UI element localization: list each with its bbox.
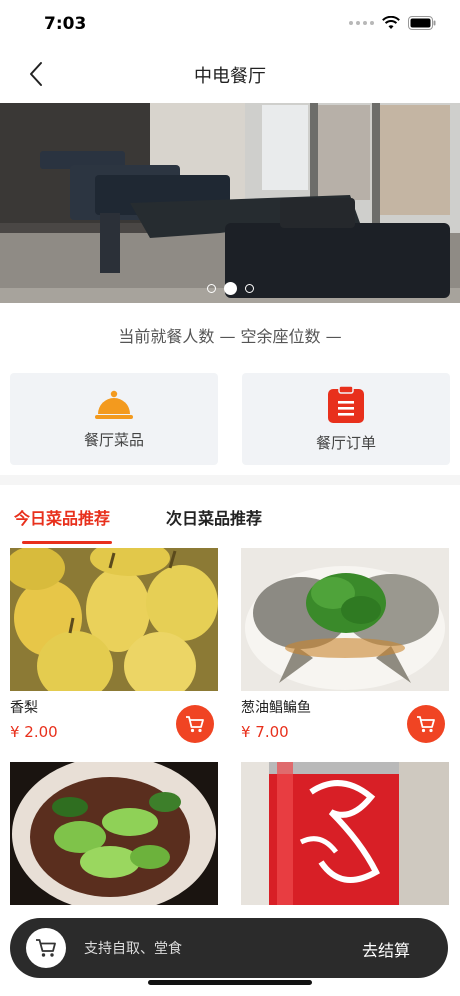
status-bar: 7:03 — [0, 0, 460, 50]
dish-card[interactable] — [10, 762, 218, 905]
add-to-cart-button[interactable] — [176, 705, 214, 743]
battery-icon — [408, 16, 436, 30]
restaurant-interior-photo — [0, 103, 460, 303]
pickup-dine-in-text: 支持自取、堂食 — [84, 941, 182, 957]
dish-card[interactable] — [241, 762, 449, 905]
dish-image[interactable] — [10, 548, 218, 691]
cart-button[interactable] — [26, 928, 66, 968]
bottom-cart-bar: 支持自取、堂食 去结算 — [10, 918, 448, 978]
pears-photo — [10, 548, 218, 691]
restaurant-dishes-button[interactable]: 餐厅菜品 — [10, 373, 218, 465]
add-to-cart-button[interactable] — [407, 705, 445, 743]
carousel-indicator — [0, 282, 460, 295]
restaurant-orders-button[interactable]: 餐厅订单 — [242, 373, 450, 465]
clipboard-icon — [328, 385, 364, 423]
restaurant-dishes-label: 餐厅菜品 — [83, 430, 144, 449]
page-title: 中电餐厅 — [194, 66, 266, 87]
status-time: 7:03 — [44, 14, 87, 34]
nav-bar: 中电餐厅 — [0, 50, 460, 98]
carousel-dot-active[interactable] — [223, 282, 237, 295]
recommendation-tabs: 今日菜品推荐 次日菜品推荐 — [0, 495, 460, 545]
cart-icon — [36, 939, 56, 957]
section-divider — [0, 475, 460, 485]
dish-card[interactable]: 香梨 ¥ 2.00 — [10, 548, 218, 743]
tab-tomorrow-recommendations[interactable]: 次日菜品推荐 — [166, 505, 262, 529]
tab-today-recommendations[interactable]: 今日菜品推荐 — [14, 505, 110, 529]
restaurant-orders-label: 餐厅订单 — [315, 433, 376, 452]
fish-photo — [241, 548, 449, 691]
bokchoy-photo — [10, 762, 218, 905]
quick-actions: 餐厅菜品 餐厅订单 — [10, 373, 450, 465]
home-indicator — [148, 980, 312, 985]
signal-icon — [349, 21, 374, 25]
cart-icon — [186, 716, 204, 733]
active-tab-indicator — [22, 541, 112, 544]
cola-can-photo — [241, 762, 449, 905]
carousel-dot[interactable] — [206, 284, 216, 293]
banner-carousel[interactable] — [0, 103, 460, 303]
dish-card[interactable]: 葱油鲳鳊鱼 ¥ 7.00 — [241, 548, 449, 743]
dish-image[interactable] — [241, 762, 449, 905]
wifi-icon — [382, 16, 400, 29]
status-icons — [349, 16, 436, 30]
carousel-dot[interactable] — [244, 284, 254, 293]
occupancy-stats: 当前就餐人数 — 空余座位数 — — [118, 327, 342, 346]
cart-icon — [417, 716, 435, 733]
dish-image[interactable] — [10, 762, 218, 905]
dish-image[interactable] — [241, 548, 449, 691]
cloche-icon — [95, 390, 133, 419]
checkout-button[interactable]: 去结算 — [362, 937, 410, 961]
